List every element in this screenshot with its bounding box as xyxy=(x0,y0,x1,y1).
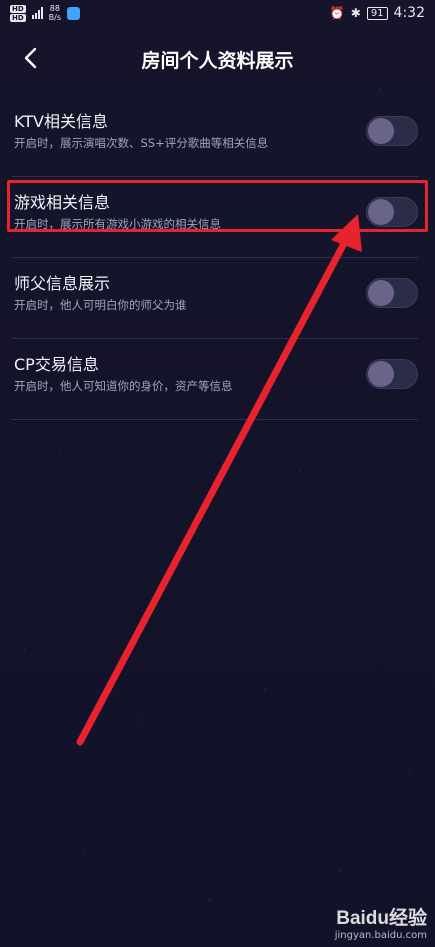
signal-icon xyxy=(31,7,43,19)
setting-title: CP交易信息 xyxy=(14,355,99,374)
network-speed: 88 B/s xyxy=(48,4,62,22)
alarm-icon: ⏰ xyxy=(329,6,345,20)
setting-description: 开启时，他人可明白你的师父为谁 xyxy=(14,298,187,312)
header: 房间个人资料展示 xyxy=(0,36,435,80)
watermark-logo: Baidu经验 xyxy=(336,908,427,929)
bluetooth-icon: ✱ xyxy=(350,6,361,20)
setting-row-ktv: KTV相关信息 开启时，展示演唱次数、SS+评分歌曲等相关信息 xyxy=(12,96,418,177)
setting-row-master: 师父信息展示 开启时，他人可明白你的师父为谁 xyxy=(12,258,418,339)
watermark-url: jingyan.baidu.com xyxy=(334,930,427,941)
baidu-watermark: Baidu经验 jingyan.baidu.com xyxy=(335,903,427,941)
setting-title: KTV相关信息 xyxy=(14,112,108,131)
app-notification-icon xyxy=(67,6,81,20)
master-toggle[interactable] xyxy=(366,278,418,308)
hd-indicator: HD HD xyxy=(10,4,26,22)
setting-description: 开启时，展示演唱次数、SS+评分歌曲等相关信息 xyxy=(14,136,269,150)
toggle-knob xyxy=(368,280,394,306)
toggle-knob xyxy=(368,118,394,144)
toggle-knob xyxy=(368,361,394,387)
status-bar: HD HD 88 B/s ⏰ ✱ 91 4:32 xyxy=(0,0,435,26)
settings-list: KTV相关信息 开启时，展示演唱次数、SS+评分歌曲等相关信息 游戏相关信息 开… xyxy=(12,96,418,420)
page-title: 房间个人资料展示 xyxy=(141,50,294,72)
annotation-highlight-box xyxy=(7,180,428,232)
battery-indicator: 91 xyxy=(366,6,388,20)
setting-title: 师父信息展示 xyxy=(14,274,111,293)
clock: 4:32 xyxy=(393,5,425,21)
setting-description: 开启时，他人可知道你的身价，资产等信息 xyxy=(14,379,233,393)
setting-row-cp: CP交易信息 开启时，他人可知道你的身价，资产等信息 xyxy=(12,339,418,420)
cp-toggle[interactable] xyxy=(366,359,418,389)
ktv-toggle[interactable] xyxy=(366,116,418,146)
